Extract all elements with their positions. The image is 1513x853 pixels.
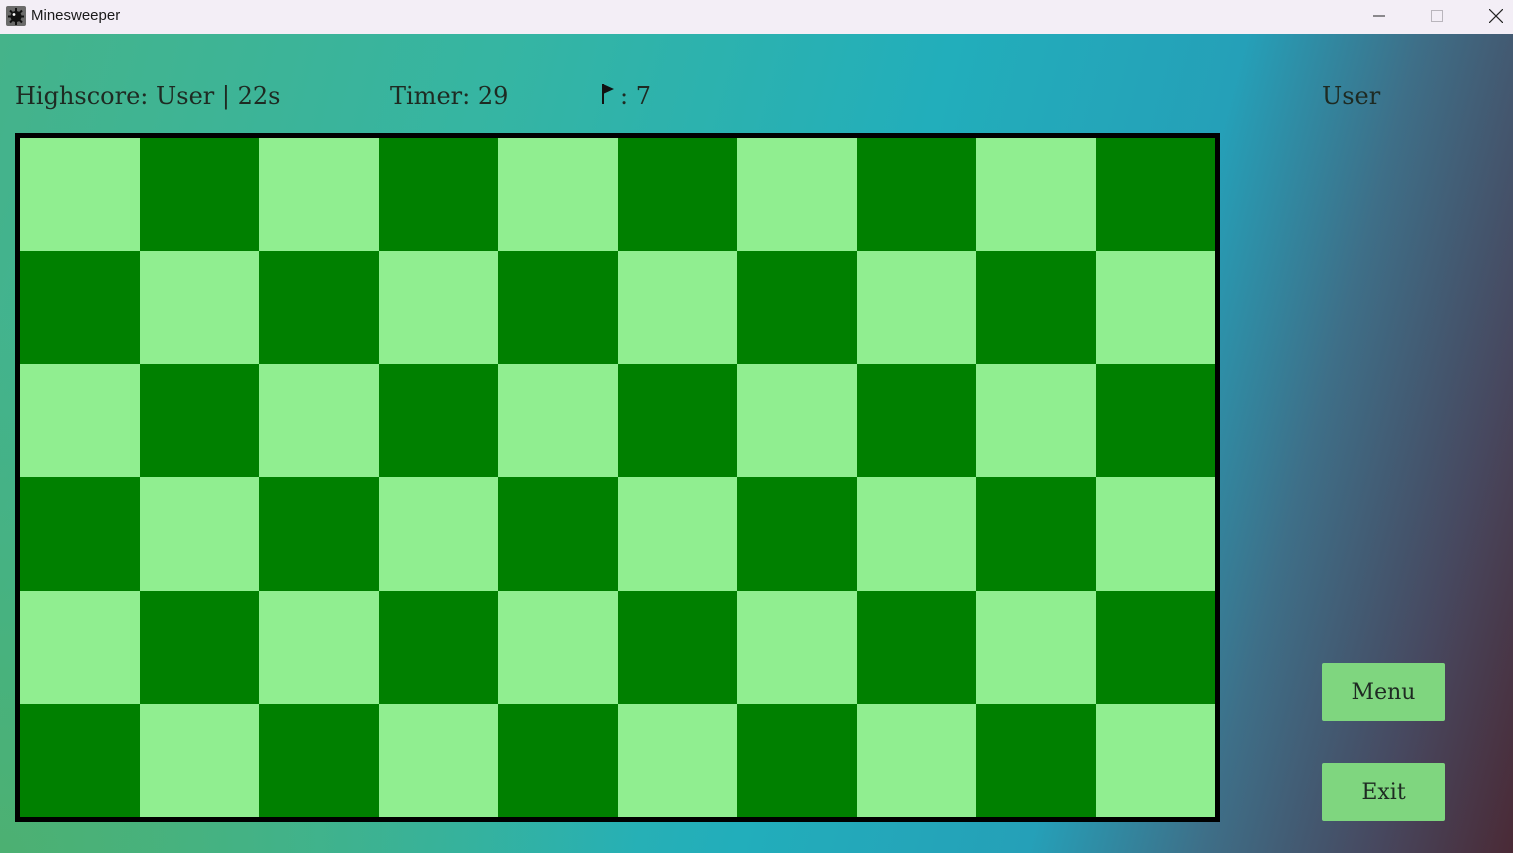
board-cell[interactable] <box>1095 703 1215 817</box>
board-cell[interactable] <box>737 138 857 252</box>
board-cell[interactable] <box>1095 138 1215 252</box>
maximize-icon <box>1431 10 1443 22</box>
board-cell[interactable] <box>378 703 498 817</box>
board-cell[interactable] <box>378 477 498 591</box>
board-cell[interactable] <box>20 251 140 365</box>
board-cell[interactable] <box>1095 364 1215 478</box>
minefield-grid <box>20 138 1215 817</box>
board-cell[interactable] <box>617 477 737 591</box>
board-cell[interactable] <box>1095 590 1215 704</box>
board-cell[interactable] <box>139 251 259 365</box>
exit-button[interactable]: Exit <box>1322 763 1445 821</box>
board-cell[interactable] <box>498 251 618 365</box>
window-title: Minesweeper <box>31 7 121 24</box>
timer-label: Timer: 29 <box>390 82 509 110</box>
close-icon <box>1489 9 1503 23</box>
board-cell[interactable] <box>259 477 379 591</box>
board-cell[interactable] <box>856 477 976 591</box>
board-cell[interactable] <box>378 138 498 252</box>
close-button[interactable] <box>1467 0 1513 32</box>
board-cell[interactable] <box>1095 477 1215 591</box>
board-cell[interactable] <box>856 703 976 817</box>
game-area: Highscore: User | 22s Timer: 29 : 7 User… <box>0 34 1513 853</box>
mine-icon <box>6 6 26 26</box>
board-cell[interactable] <box>976 590 1096 704</box>
board-cell[interactable] <box>378 251 498 365</box>
board-cell[interactable] <box>139 138 259 252</box>
minimize-icon <box>1373 15 1385 17</box>
board-cell[interactable] <box>378 364 498 478</box>
board-cell[interactable] <box>20 364 140 478</box>
board-cell[interactable] <box>737 364 857 478</box>
board-cell[interactable] <box>20 703 140 817</box>
flag-icon <box>602 84 614 104</box>
board-cell[interactable] <box>378 590 498 704</box>
board-cell[interactable] <box>976 703 1096 817</box>
board-cell[interactable] <box>1095 251 1215 365</box>
board-cell[interactable] <box>139 590 259 704</box>
board-cell[interactable] <box>498 138 618 252</box>
board-cell[interactable] <box>856 251 976 365</box>
board-cell[interactable] <box>498 703 618 817</box>
board-cell[interactable] <box>20 138 140 252</box>
username-label: User <box>1322 82 1381 110</box>
board-cell[interactable] <box>856 590 976 704</box>
board-cell[interactable] <box>856 138 976 252</box>
board-cell[interactable] <box>498 590 618 704</box>
board-cell[interactable] <box>259 138 379 252</box>
board-cell[interactable] <box>737 477 857 591</box>
flag-count: : 7 <box>620 82 651 110</box>
board-cell[interactable] <box>617 251 737 365</box>
board-cell[interactable] <box>139 364 259 478</box>
board-cell[interactable] <box>617 138 737 252</box>
board-cell[interactable] <box>20 590 140 704</box>
highscore-label: Highscore: User | 22s <box>15 82 281 110</box>
flag-counter: : 7 <box>600 82 651 110</box>
maximize-button[interactable] <box>1408 0 1466 32</box>
board-cell[interactable] <box>617 364 737 478</box>
board-cell[interactable] <box>498 364 618 478</box>
board-cell[interactable] <box>617 590 737 704</box>
board-cell[interactable] <box>737 590 857 704</box>
board-cell[interactable] <box>976 138 1096 252</box>
board-cell[interactable] <box>259 590 379 704</box>
minimize-button[interactable] <box>1350 0 1408 32</box>
board-cell[interactable] <box>976 364 1096 478</box>
board-cell[interactable] <box>139 477 259 591</box>
title-bar: Minesweeper <box>0 0 1513 34</box>
board-cell[interactable] <box>259 251 379 365</box>
board-cell[interactable] <box>139 703 259 817</box>
board-cell[interactable] <box>856 364 976 478</box>
board-cell[interactable] <box>976 251 1096 365</box>
board-cell[interactable] <box>976 477 1096 591</box>
minefield-board <box>15 133 1220 822</box>
board-cell[interactable] <box>20 477 140 591</box>
menu-button[interactable]: Menu <box>1322 663 1445 721</box>
board-cell[interactable] <box>737 251 857 365</box>
board-cell[interactable] <box>259 703 379 817</box>
board-cell[interactable] <box>737 703 857 817</box>
board-cell[interactable] <box>259 364 379 478</box>
board-cell[interactable] <box>498 477 618 591</box>
board-cell[interactable] <box>617 703 737 817</box>
